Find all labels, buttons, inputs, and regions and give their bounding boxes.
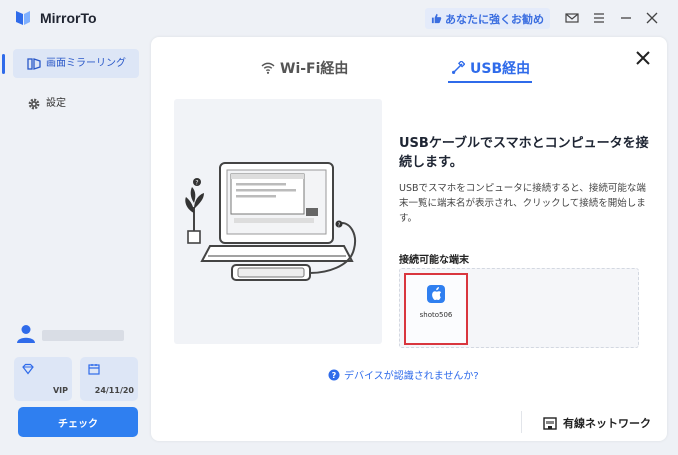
- wired-network-label: 有線ネットワーク: [563, 417, 651, 430]
- instruction-description: USBでスマホをコンピュータに接続すると、接続可能な端末一覧に端末名が表示され、…: [399, 183, 646, 224]
- tab-label: Wi-Fi経由: [280, 61, 349, 77]
- recommend-button[interactable]: あなたに強くお勧め: [425, 8, 550, 29]
- expiry-card[interactable]: 24/11/20: [80, 357, 138, 401]
- mail-icon[interactable]: [565, 11, 579, 25]
- gear-icon: [27, 97, 41, 111]
- mirrorto-logo-icon: [14, 9, 32, 27]
- vip-card[interactable]: VIP: [14, 357, 72, 401]
- question-icon: ?: [328, 369, 340, 380]
- mirror-screen-icon: [27, 57, 41, 71]
- device-card[interactable]: shoto506: [404, 273, 468, 345]
- tab-usb[interactable]: USB経由: [451, 57, 530, 79]
- sidebar-item-label: 設定: [46, 98, 66, 109]
- svg-text:?: ?: [338, 222, 341, 228]
- sidebar-item-settings[interactable]: 設定: [13, 89, 139, 118]
- sidebar-item-label: 画面ミラーリング: [46, 58, 126, 69]
- sidebar-item-screen-mirroring[interactable]: 画面ミラーリング: [13, 49, 139, 78]
- help-link-label: デバイスが認識されませんか?: [344, 371, 479, 382]
- title-bar: MirrorTo あなたに強くお勧め: [0, 0, 678, 36]
- tab-wifi[interactable]: Wi-Fi経由: [261, 57, 348, 79]
- footer-divider: [521, 411, 522, 433]
- thumbs-up-icon: [431, 13, 442, 24]
- check-button[interactable]: チェック: [18, 407, 138, 437]
- diamond-icon: [22, 363, 34, 375]
- usb-connection-illustration: ? ?: [174, 99, 382, 344]
- calendar-icon: [88, 363, 100, 375]
- wifi-icon: [261, 62, 275, 74]
- svg-text:?: ?: [195, 180, 198, 187]
- tab-label: USB経由: [470, 61, 531, 77]
- active-tab-underline: [448, 81, 532, 83]
- instruction-heading: USBケーブルでスマホとコンピュータを接続します。: [399, 136, 649, 170]
- apple-icon: [427, 285, 445, 303]
- svg-text:?: ?: [332, 371, 337, 380]
- wired-network-button[interactable]: 有線ネットワーク: [543, 415, 651, 431]
- menu-icon[interactable]: [592, 11, 606, 25]
- device-name: shoto506: [419, 311, 453, 319]
- active-nav-marker: [2, 54, 5, 74]
- device-not-recognized-link[interactable]: ? デバイスが認識されませんか?: [328, 367, 479, 382]
- ethernet-icon: [543, 416, 557, 430]
- recommend-label: あなたに強くお勧め: [445, 12, 544, 26]
- available-devices-label: 接続可能な端末: [399, 255, 469, 266]
- vip-label: VIP: [52, 386, 68, 395]
- close-icon[interactable]: [635, 50, 651, 66]
- window-close-icon[interactable]: [645, 11, 659, 25]
- avatar[interactable]: [15, 322, 37, 344]
- expiry-date: 24/11/20: [94, 386, 134, 395]
- minimize-icon[interactable]: [619, 11, 633, 25]
- main-panel: Wi-Fi経由 USB経由 ? ? USBケーブルでスマホとコンピュータを接続し…: [151, 37, 667, 441]
- usb-icon: [452, 61, 465, 74]
- username-redacted: [42, 330, 124, 341]
- app-title: MirrorTo: [40, 10, 97, 26]
